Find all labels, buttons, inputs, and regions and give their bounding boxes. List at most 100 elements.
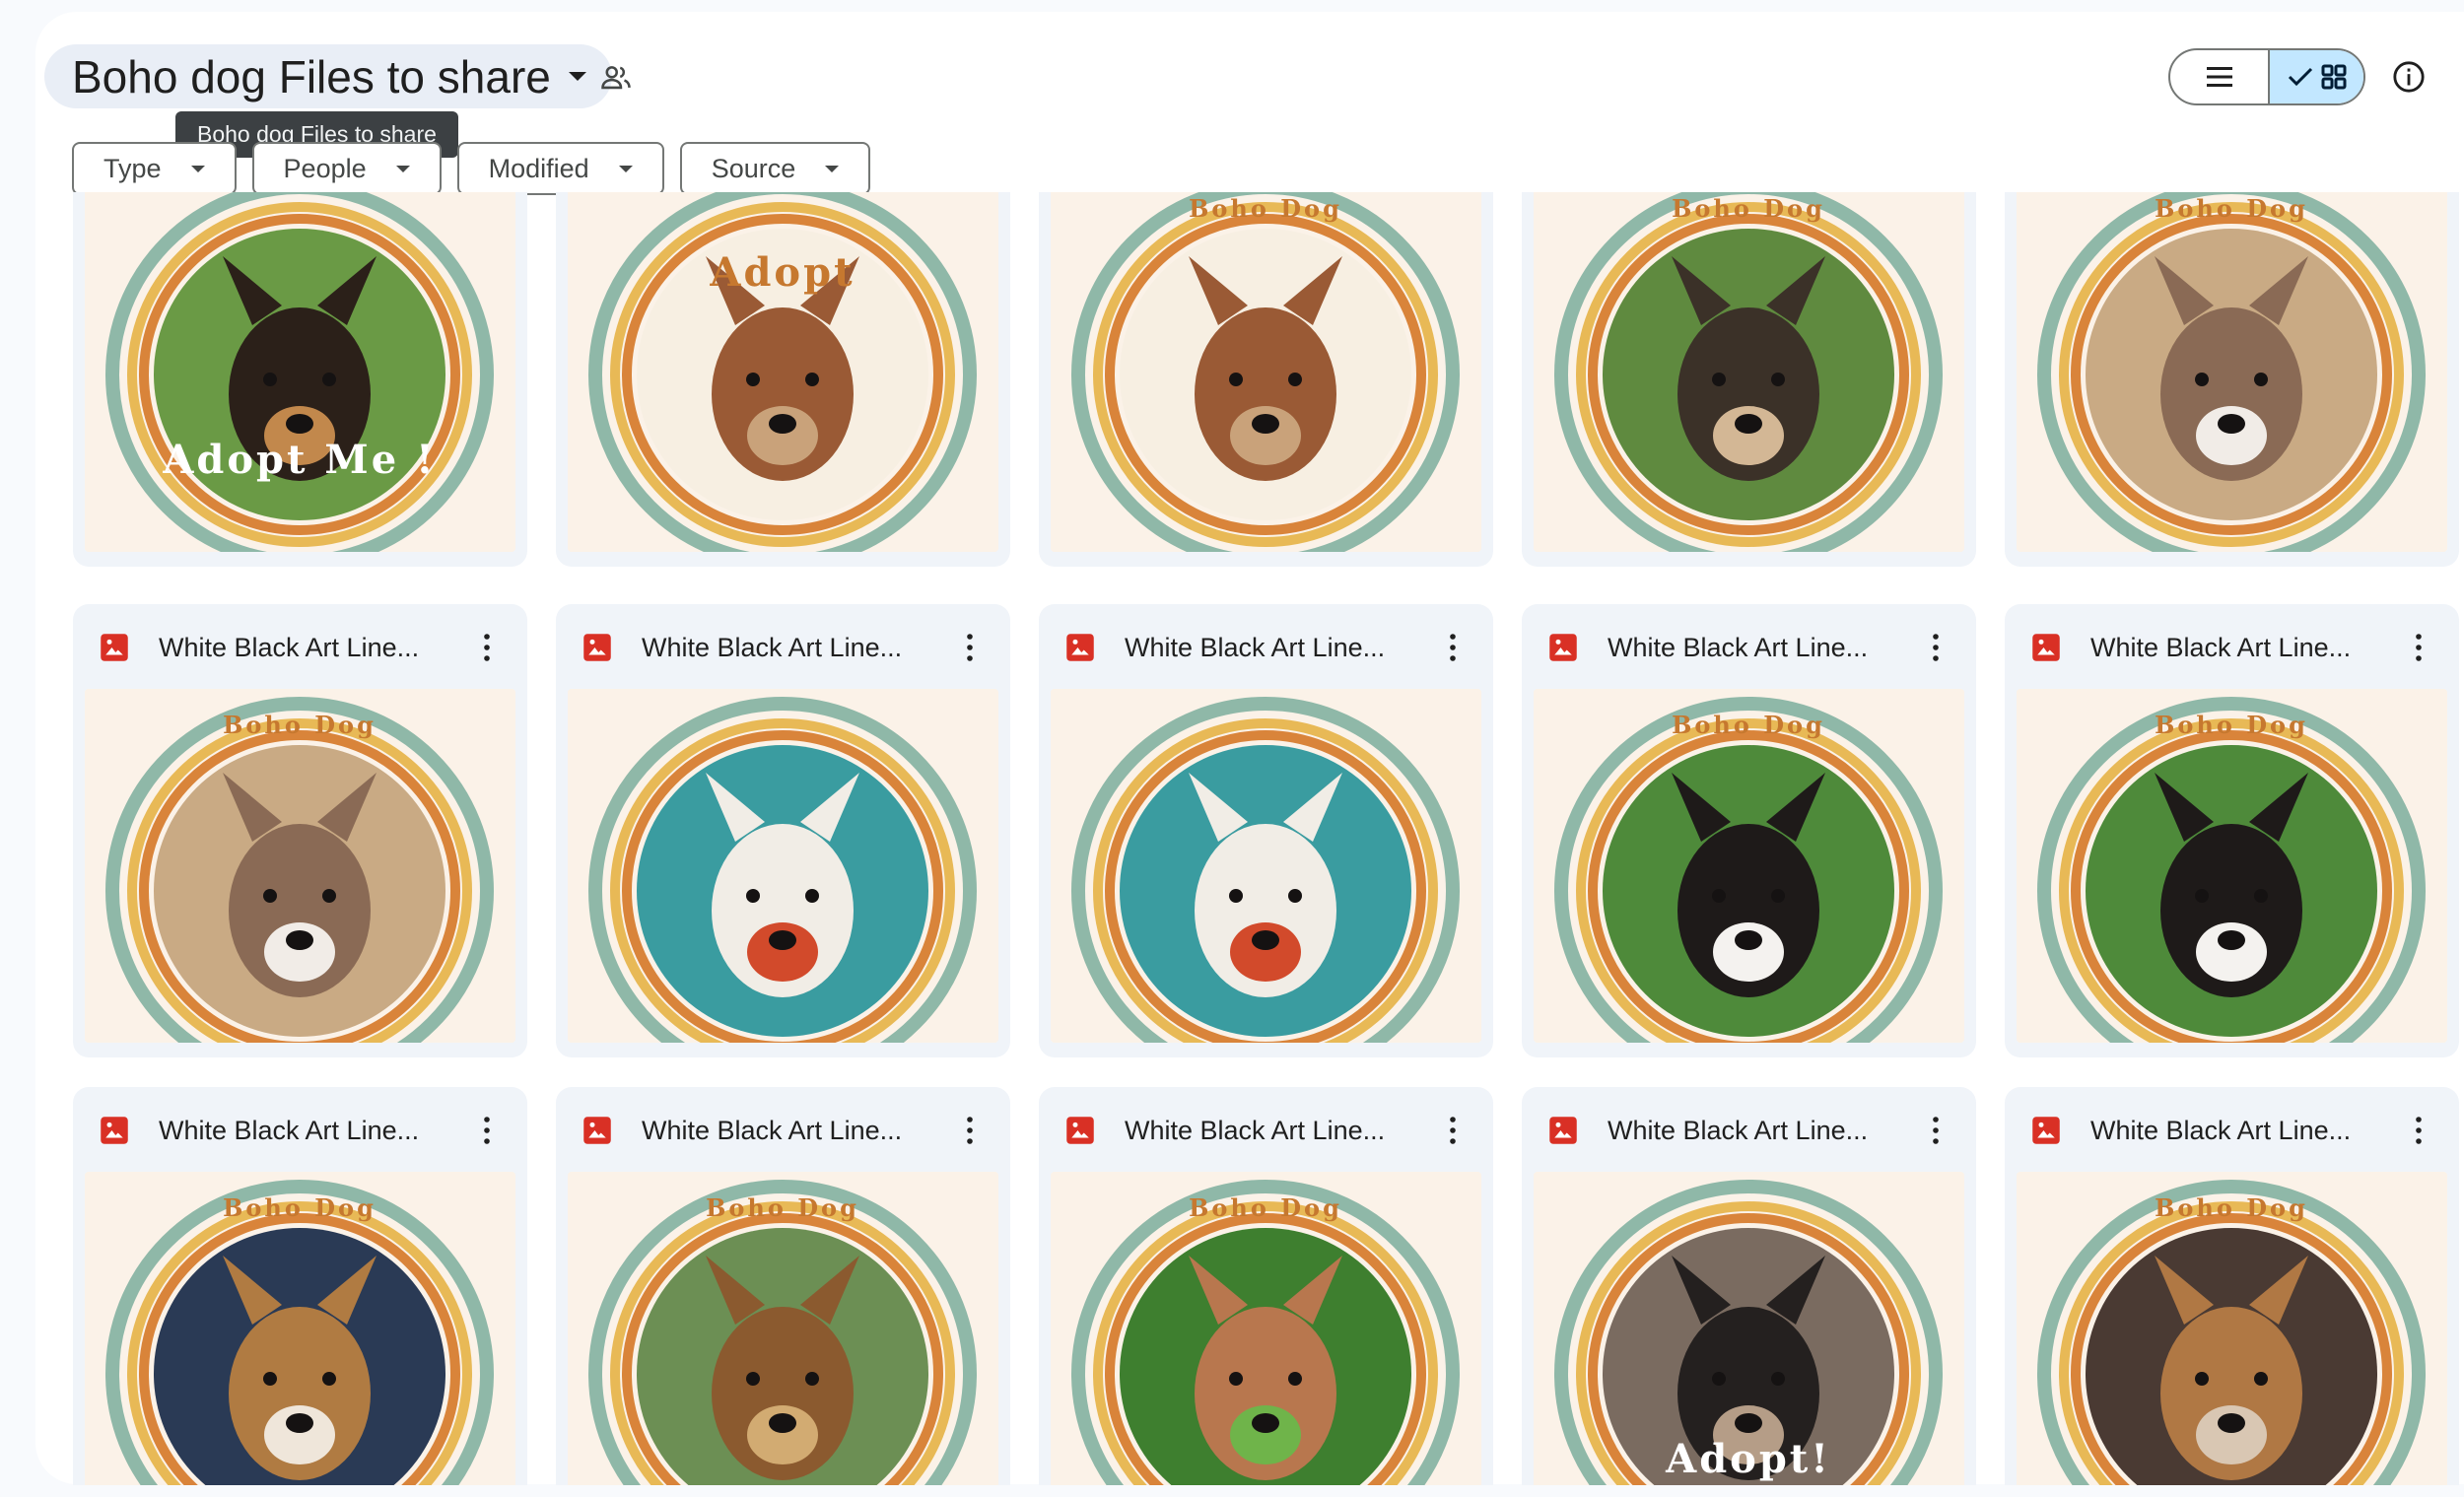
image-file-icon <box>1549 1117 1577 1144</box>
grid-view-button[interactable] <box>2270 50 2363 103</box>
file-card[interactable]: Adopt <box>556 192 1010 567</box>
file-card[interactable]: White Black Art Line... Boho Dog <box>73 1087 527 1485</box>
file-thumbnail[interactable]: Adopt <box>568 192 998 552</box>
thumbnail-overlay-text: Boho Dog <box>2155 711 2308 739</box>
list-view-button[interactable] <box>2170 50 2270 103</box>
image-file-icon <box>1549 634 1577 661</box>
more-options-icon[interactable] <box>964 632 976 663</box>
dog-photo-thumbnail <box>568 689 998 1043</box>
file-card[interactable]: Boho Dog <box>1522 192 1976 567</box>
more-options-icon[interactable] <box>2413 1115 2425 1146</box>
file-card-header: White Black Art Line... <box>2005 604 2459 689</box>
file-thumbnail[interactable]: Boho Dog <box>2017 1172 2447 1485</box>
filter-label: Modified <box>488 153 589 183</box>
more-options-icon[interactable] <box>481 1115 493 1146</box>
more-options-icon[interactable] <box>1930 1115 1942 1146</box>
shared-people-icon[interactable] <box>599 61 633 95</box>
thumbnail-overlay-text: Boho Dog <box>223 1193 376 1222</box>
more-options-icon[interactable] <box>1447 632 1459 663</box>
more-options-icon[interactable] <box>964 1115 976 1146</box>
dog-photo-thumbnail: Boho Dog <box>2017 1172 2447 1485</box>
info-icon[interactable] <box>2392 60 2426 94</box>
file-card[interactable]: White Black Art Line... Boho Dog <box>1039 1087 1493 1485</box>
dog-photo-thumbnail: Adopt Me ! <box>85 192 515 552</box>
file-name: White Black Art Line... <box>1608 1116 1869 1145</box>
file-name: White Black Art Line... <box>2090 633 2352 662</box>
dropdown-caret-icon <box>568 72 586 81</box>
more-options-icon[interactable] <box>2413 632 2425 663</box>
file-card-header: White Black Art Line... <box>73 1087 527 1172</box>
filter-modified[interactable]: Modified <box>456 142 664 195</box>
file-thumbnail[interactable]: Boho Dog <box>1051 192 1481 552</box>
file-card[interactable]: White Black Art Line... Boho Dog <box>2005 1087 2459 1485</box>
dog-photo-thumbnail: Boho Dog <box>1051 192 1481 552</box>
thumbnail-overlay-text: Boho Dog <box>1189 194 1342 223</box>
file-card[interactable]: Boho Dog <box>1039 192 1493 567</box>
file-card[interactable]: White Black Art Line... Boho Dog <box>73 604 527 1057</box>
dog-photo-thumbnail: Boho Dog <box>1534 689 1964 1043</box>
dog-photo-thumbnail: Boho Dog <box>2017 192 2447 552</box>
folder-title-dropdown[interactable]: Boho dog Files to share <box>44 44 612 108</box>
more-options-icon[interactable] <box>1930 632 1942 663</box>
filter-label: Type <box>103 153 162 183</box>
file-name: White Black Art Line... <box>1125 633 1386 662</box>
filter-people[interactable]: People <box>251 142 442 195</box>
dog-photo-thumbnail: Boho Dog <box>568 1172 998 1485</box>
grid-icon <box>2321 64 2346 90</box>
file-grid: Adopt Me ! Adopt Boho Dog Boho Dog Boho Dog W… <box>73 192 2464 1485</box>
file-thumbnail[interactable]: Boho Dog <box>568 1172 998 1485</box>
file-thumbnail[interactable]: Boho Dog <box>1051 1172 1481 1485</box>
file-name: White Black Art Line... <box>642 1116 903 1145</box>
thumbnail-overlay-text: Boho Dog <box>1189 1193 1342 1222</box>
filter-label: People <box>283 153 367 183</box>
file-thumbnail[interactable] <box>568 689 998 1043</box>
file-thumbnail[interactable]: Adopt Me ! <box>85 192 515 552</box>
file-card[interactable]: White Black Art Line... Boho Dog <box>556 1087 1010 1485</box>
image-file-icon <box>1066 634 1094 661</box>
view-toggle <box>2168 48 2365 105</box>
file-card-header: White Black Art Line... <box>1522 1087 1976 1172</box>
file-card-header: White Black Art Line... <box>1522 604 1976 689</box>
file-card-header: White Black Art Line... <box>2005 1087 2459 1172</box>
dog-photo-thumbnail: Boho Dog <box>1534 192 1964 552</box>
image-file-icon <box>2032 634 2060 661</box>
file-thumbnail[interactable]: Boho Dog <box>2017 192 2447 552</box>
file-thumbnail[interactable]: Boho Dog <box>1534 192 1964 552</box>
dropdown-caret-icon <box>395 165 410 172</box>
more-options-icon[interactable] <box>481 632 493 663</box>
file-card[interactable]: White Black Art Line... Boho Dog <box>2005 604 2459 1057</box>
image-file-icon <box>101 634 128 661</box>
more-options-icon[interactable] <box>1447 1115 1459 1146</box>
file-card[interactable]: White Black Art Line... <box>556 604 1010 1057</box>
file-card[interactable]: Boho Dog <box>2005 192 2459 567</box>
file-thumbnail[interactable]: Adopt! <box>1534 1172 1964 1485</box>
file-thumbnail[interactable]: Boho Dog <box>85 1172 515 1485</box>
filter-source[interactable]: Source <box>679 142 871 195</box>
filter-type[interactable]: Type <box>72 142 237 195</box>
file-card-header: White Black Art Line... <box>1039 1087 1493 1172</box>
thumbnail-overlay-text: Adopt Me ! <box>162 437 436 483</box>
file-thumbnail[interactable]: Boho Dog <box>85 689 515 1043</box>
file-thumbnail[interactable]: Boho Dog <box>1534 689 1964 1043</box>
dog-photo-thumbnail: Adopt! <box>1534 1172 1964 1485</box>
folder-title: Boho dog Files to share <box>72 50 551 102</box>
file-card[interactable]: White Black Art Line... Adopt! <box>1522 1087 1976 1485</box>
checkmark-icon <box>2288 67 2312 87</box>
dropdown-caret-icon <box>618 165 633 172</box>
file-thumbnail[interactable]: Boho Dog <box>2017 689 2447 1043</box>
filter-bar: Type People Modified Source <box>72 142 871 195</box>
file-card[interactable]: White Black Art Line... Boho Dog <box>1522 604 1976 1057</box>
dog-photo-thumbnail: Boho Dog <box>85 1172 515 1485</box>
file-thumbnail[interactable] <box>1051 689 1481 1043</box>
image-file-icon <box>101 1117 128 1144</box>
file-name: White Black Art Line... <box>642 633 903 662</box>
dropdown-caret-icon <box>190 165 205 172</box>
file-card[interactable]: Adopt Me ! <box>73 192 527 567</box>
image-file-icon <box>583 634 611 661</box>
thumbnail-overlay-text: Boho Dog <box>1672 711 1825 739</box>
file-card[interactable]: White Black Art Line... <box>1039 604 1493 1057</box>
thumbnail-overlay-text: Boho Dog <box>706 1193 859 1222</box>
dropdown-caret-icon <box>825 165 840 172</box>
dog-photo-thumbnail: Adopt <box>568 192 998 552</box>
image-file-icon <box>583 1117 611 1144</box>
